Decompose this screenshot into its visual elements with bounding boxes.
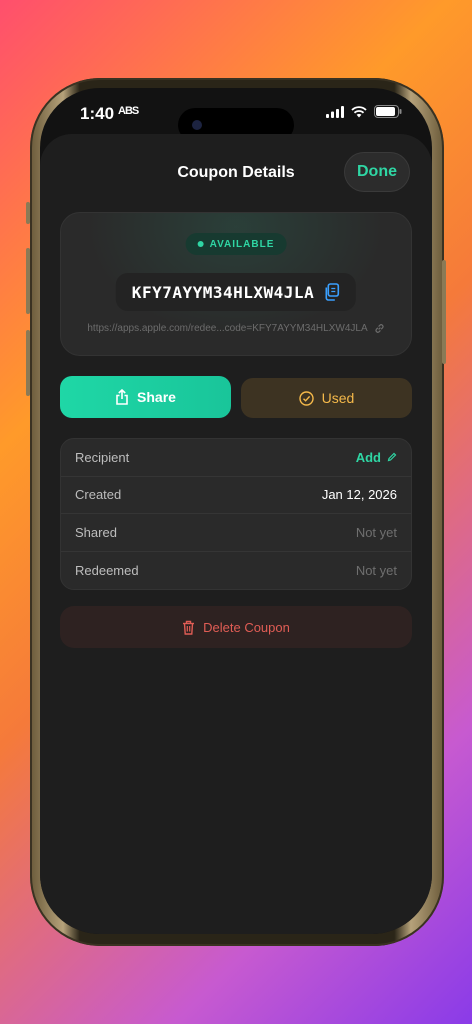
volume-down-button [26, 330, 30, 396]
status-badge-label: AVAILABLE [209, 238, 275, 250]
detail-label: Shared [75, 524, 117, 540]
battery-icon [374, 105, 402, 118]
done-button[interactable]: Done [344, 152, 410, 192]
share-icon [116, 389, 128, 405]
detail-value: Jan 12, 2026 [321, 487, 397, 503]
status-icons [326, 105, 402, 118]
volume-up-button [26, 248, 30, 314]
side-button [442, 260, 446, 364]
coupon-card: AVAILABLE KFY7AYYM34HLXW4JLA https://app… [60, 212, 412, 356]
detail-row-created: Created Jan 12, 2026 [61, 477, 411, 514]
detail-row-redeemed: Redeemed Not yet [61, 552, 411, 590]
delete-coupon-label: Delete Coupon [203, 619, 290, 635]
mark-used-button[interactable]: Used [241, 378, 412, 418]
coupon-code: KFY7AYYM34HLXW4JLA [131, 282, 315, 302]
coupon-details-sheet: Coupon Details Done AVAILABLE KFY7AYYM34… [40, 134, 432, 934]
share-button[interactable]: Share [60, 376, 231, 418]
delete-coupon-button[interactable]: Delete Coupon [60, 606, 412, 648]
detail-row-shared: Shared Not yet [61, 514, 411, 552]
share-label: Share [137, 389, 176, 405]
detail-label: Redeemed [75, 562, 139, 578]
cellular-signal-icon [326, 105, 344, 118]
detail-label: Recipient [75, 449, 130, 465]
add-recipient-button[interactable]: Add [356, 450, 397, 465]
link-icon [375, 324, 384, 333]
used-label: Used [321, 390, 355, 406]
status-bar: 1:40 ABS [40, 88, 432, 142]
status-indicator: ABS [118, 105, 139, 117]
coupon-actions: Share Used [60, 376, 412, 418]
detail-value: Not yet [355, 562, 397, 578]
wifi-icon [351, 105, 367, 117]
status-time: 1:40 [80, 104, 115, 123]
detail-label: Created [75, 487, 122, 503]
screen: 1:40 ABS Coupon Details Done AVAILABLE K… [40, 88, 432, 934]
redeem-url-text: https://apps.apple.com/redee...code=KFY7… [87, 323, 368, 334]
pencil-icon [387, 452, 397, 462]
trash-icon [183, 620, 195, 635]
copy-icon[interactable] [324, 283, 340, 301]
status-dot-icon [197, 241, 204, 247]
action-button [26, 202, 30, 224]
redeem-url[interactable]: https://apps.apple.com/redee...code=KFY7… [61, 323, 411, 334]
camera-icon [192, 120, 202, 130]
checkmark-circle-icon [298, 390, 314, 406]
detail-row-recipient: Recipient Add [61, 439, 411, 477]
details-list: Recipient Add Created Jan 12, 2026 Share… [60, 438, 412, 590]
add-recipient-label: Add [355, 449, 381, 465]
status-badge: AVAILABLE [185, 233, 287, 255]
coupon-code-box[interactable]: KFY7AYYM34HLXW4JLA [115, 273, 357, 311]
detail-value: Not yet [355, 524, 397, 540]
